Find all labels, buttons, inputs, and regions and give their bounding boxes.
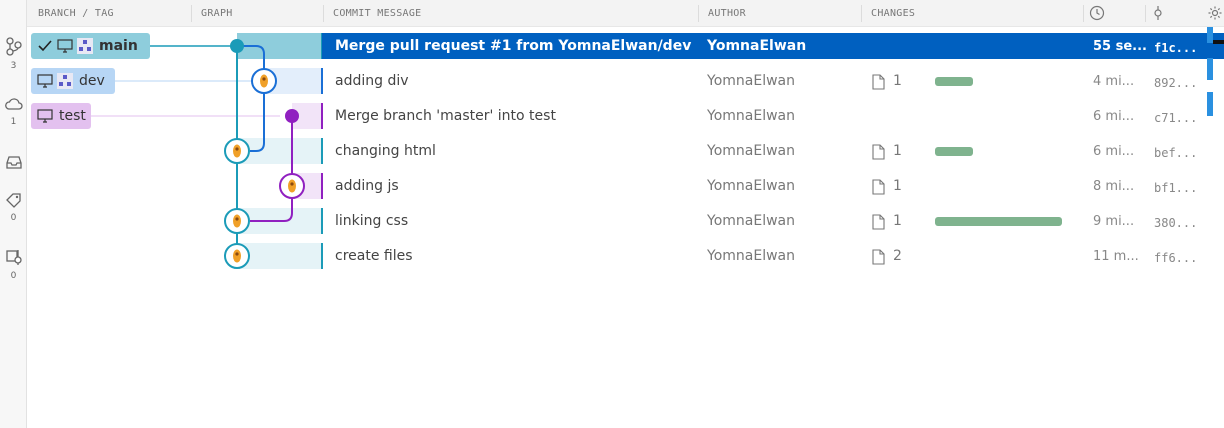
minimap-marker[interactable] — [1207, 27, 1213, 43]
changed-files-count: 2 — [893, 248, 902, 264]
column-divider[interactable] — [698, 5, 699, 22]
column-divider[interactable] — [861, 5, 862, 22]
file-icon — [872, 179, 885, 195]
changed-files-count: 1 — [893, 213, 902, 229]
commit-author: YomnaElwan — [707, 38, 807, 54]
commit-sha: c71... — [1154, 111, 1198, 125]
commit-author: YomnaElwan — [707, 143, 795, 159]
commit-message[interactable]: changing html — [335, 142, 436, 160]
commit-message[interactable]: linking css — [335, 212, 408, 230]
commit-avatar-node — [279, 173, 305, 199]
commit-sha: 892... — [1154, 76, 1198, 90]
minimap-marker — [1213, 40, 1224, 44]
commit-message[interactable]: Merge pull request #1 from YomnaElwan/de… — [335, 37, 691, 55]
file-icon — [872, 144, 885, 160]
changed-files-count: 1 — [893, 73, 902, 89]
commit-time: 11 m... — [1093, 249, 1139, 264]
commit-time: 8 mi... — [1093, 179, 1135, 194]
commit-author: YomnaElwan — [707, 213, 795, 229]
commit-message[interactable]: adding js — [335, 177, 399, 195]
commit-message[interactable]: create files — [335, 247, 413, 265]
column-divider[interactable] — [1083, 5, 1084, 22]
commit-time: 55 se... — [1093, 39, 1147, 54]
commit-sha: ff6... — [1154, 251, 1198, 265]
commit-avatar-node — [251, 68, 277, 94]
commit-graph — [91, 33, 323, 269]
commit-time: 6 mi... — [1093, 109, 1135, 124]
changes-bar — [935, 77, 973, 86]
commit-sha: f1c... — [1154, 41, 1198, 55]
lane-test — [250, 116, 293, 222]
changes-bar — [935, 217, 1062, 226]
commit-sha: 380... — [1154, 216, 1198, 230]
header-author[interactable]: AUTHOR — [708, 8, 746, 19]
commit-time: 9 mi... — [1093, 214, 1135, 229]
commit-message[interactable]: adding div — [335, 72, 409, 90]
commit-time: 6 mi... — [1093, 144, 1135, 159]
column-divider[interactable] — [1145, 5, 1146, 22]
header-commit-message[interactable]: COMMIT MESSAGE — [333, 8, 422, 19]
commit-sha-icon[interactable] — [1151, 5, 1165, 21]
commit-message[interactable]: Merge branch 'master' into test — [335, 107, 556, 125]
commit-sha: bf1... — [1154, 181, 1198, 195]
changes-bar — [935, 147, 973, 156]
minimap-marker[interactable] — [1207, 58, 1213, 80]
commit-avatar-node — [224, 208, 250, 234]
commit-author: YomnaElwan — [707, 178, 795, 194]
changed-files-count: 1 — [893, 143, 902, 159]
settings-gear-icon[interactable] — [1207, 5, 1223, 21]
commit-avatar-node — [224, 243, 250, 269]
commit-author: YomnaElwan — [707, 108, 795, 124]
file-icon — [872, 249, 885, 265]
merge-commit-node — [285, 109, 299, 123]
commit-time: 4 mi... — [1093, 74, 1135, 89]
commit-author: YomnaElwan — [707, 73, 795, 89]
commit-sha: bef... — [1154, 146, 1198, 160]
commit-avatar-node — [224, 138, 250, 164]
merge-commit-node — [230, 39, 244, 53]
file-icon — [872, 74, 885, 90]
changed-files-count: 1 — [893, 178, 902, 194]
minimap-marker[interactable] — [1207, 92, 1213, 116]
clock-icon[interactable] — [1089, 5, 1105, 21]
file-icon — [872, 214, 885, 230]
commit-author: YomnaElwan — [707, 248, 795, 264]
lane-dev — [237, 45, 265, 152]
header-changes[interactable]: CHANGES — [871, 8, 915, 19]
